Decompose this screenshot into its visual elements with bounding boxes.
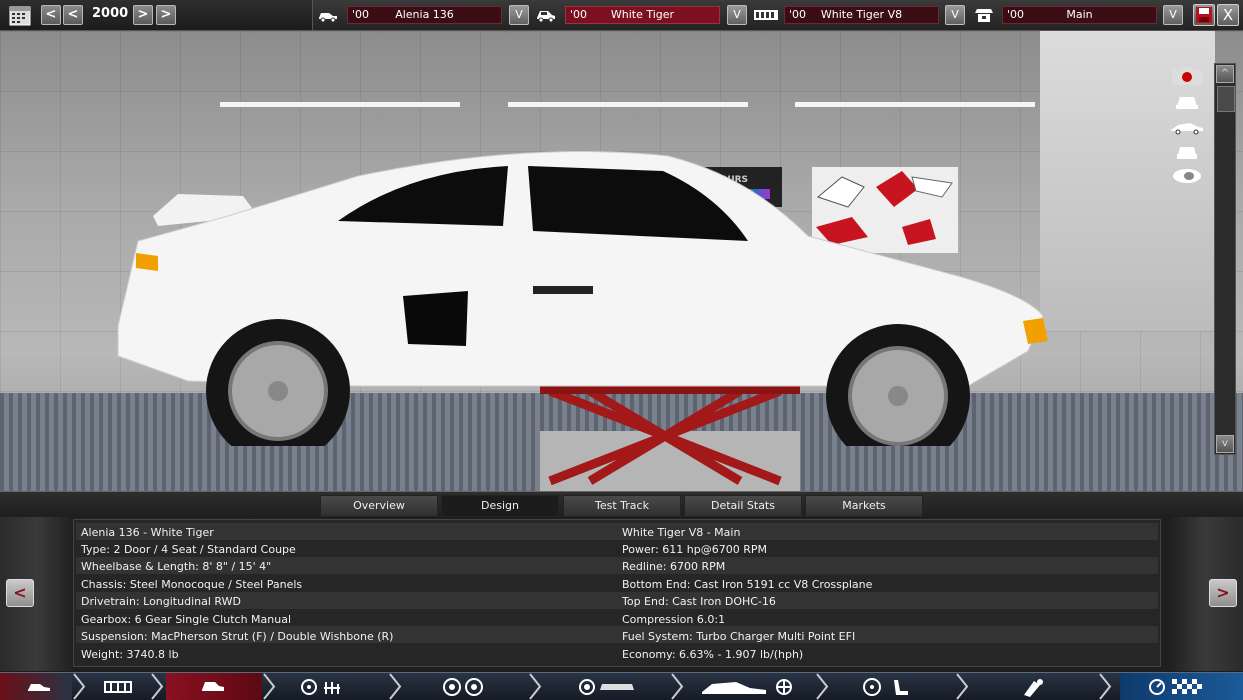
- drivetrain-line: Drivetrain: Longitudinal RWD: [81, 595, 241, 608]
- year-prev-fast-button[interactable]: <: [41, 5, 61, 25]
- interior-steering-icon: [863, 678, 908, 696]
- year-prev-button[interactable]: <: [63, 5, 83, 25]
- car-design-icon: [202, 682, 224, 691]
- year-value: 2000: [92, 6, 129, 21]
- tab-bar: Overview Design Test Track Detail Stats …: [0, 491, 1243, 518]
- chevron-right-icon: [529, 673, 542, 700]
- chassis-icon: [104, 681, 132, 693]
- car-model-icon: [319, 13, 337, 23]
- camera-icon[interactable]: [1170, 66, 1204, 86]
- brakes-icon: [579, 679, 634, 695]
- chevron-right-icon: [956, 673, 969, 700]
- tab-detail-stats[interactable]: Detail Stats: [684, 495, 802, 517]
- bottom-end-line: Bottom End: Cast Iron 5191 cc V8 Crosspl…: [622, 578, 873, 591]
- car-model-dropdown-button[interactable]: V: [509, 5, 529, 25]
- nav-wheels[interactable]: [430, 673, 520, 700]
- save-icon: [1196, 7, 1212, 23]
- tab-design[interactable]: Design: [441, 495, 559, 517]
- nav-brakes[interactable]: [570, 673, 660, 700]
- info-next-button[interactable]: >: [1209, 579, 1237, 607]
- viewport-scrollbar[interactable]: ^ v: [1214, 63, 1236, 455]
- scroll-thumb[interactable]: [1217, 86, 1235, 112]
- weight-line: Weight: 3740.8 lb: [81, 648, 179, 661]
- nav-chassis[interactable]: [86, 673, 148, 700]
- year-next-button[interactable]: >: [133, 5, 153, 25]
- chevron-right-icon: [1099, 673, 1112, 700]
- side-view-icon[interactable]: [1170, 117, 1204, 137]
- ceiling-light: [795, 102, 1035, 107]
- nav-interior-steering[interactable]: [850, 673, 940, 700]
- car-model-select[interactable]: '00 Alenia 136: [347, 6, 502, 24]
- nav-tuning[interactable]: [990, 673, 1080, 700]
- suspension-line: Suspension: MacPherson Strut (F) / Doubl…: [81, 630, 394, 643]
- nav-finish[interactable]: [1120, 673, 1243, 700]
- engine-variant-icon: [975, 9, 993, 22]
- engine-name-line: White Tiger V8 - Main: [622, 526, 741, 539]
- engine-family-icon: [754, 10, 778, 20]
- gearbox-line: Gearbox: 6 Gear Single Clutch Manual: [81, 613, 292, 626]
- finish-icon: [1149, 679, 1202, 695]
- chevron-right-icon: [671, 673, 684, 700]
- car-viewport[interactable]: COLOURS: [0, 31, 1243, 491]
- top-bar: < < 2000 > > '00 Alenia 136 V '00 White …: [0, 0, 1243, 31]
- stats-box: Alenia 136 - White Tiger Type: 2 Door / …: [73, 519, 1161, 667]
- engine-variant-name: Main: [1066, 8, 1093, 21]
- engine-variant-dropdown-button[interactable]: V: [1163, 5, 1183, 25]
- top-end-line: Top End: Cast Iron DOHC-16: [622, 595, 776, 608]
- engine-variant-select[interactable]: '00 Main: [1002, 6, 1157, 24]
- tab-markets[interactable]: Markets: [805, 495, 923, 517]
- chevron-right-icon: [263, 673, 276, 700]
- chevron-right-icon: [73, 673, 86, 700]
- scroll-up-button[interactable]: ^: [1216, 65, 1234, 83]
- wheels-icon: [443, 678, 483, 696]
- nav-car-body[interactable]: [0, 673, 72, 700]
- scroll-down-button[interactable]: v: [1216, 435, 1234, 453]
- calendar-icon[interactable]: [9, 4, 31, 26]
- economy-line: Economy: 6.63% - 1.907 lb/(hph): [622, 648, 804, 661]
- car-model: [117, 151, 1048, 446]
- car-name-line: Alenia 136 - White Tiger: [81, 526, 214, 539]
- bottom-nav: [0, 672, 1243, 700]
- car-trim-icon: [537, 11, 555, 23]
- car-body-icon: [28, 684, 50, 691]
- ceiling-light: [508, 102, 748, 107]
- nav-suspension[interactable]: [290, 673, 380, 700]
- engine-family-dropdown-button[interactable]: V: [945, 5, 965, 25]
- chassis-line: Chassis: Steel Monocoque / Steel Panels: [81, 578, 303, 591]
- tuning-icon: [1024, 679, 1043, 697]
- tab-test-track[interactable]: Test Track: [563, 495, 681, 517]
- redline-line: Redline: 6700 RPM: [622, 560, 726, 573]
- car-trim-dropdown-button[interactable]: V: [727, 5, 747, 25]
- chevron-right-icon: [389, 673, 402, 700]
- chevron-right-icon: [151, 673, 164, 700]
- front-view-icon[interactable]: [1170, 92, 1204, 112]
- car-type-line: Type: 2 Door / 4 Seat / Standard Coupe: [81, 543, 296, 556]
- nav-aero-cooling[interactable]: [690, 673, 810, 700]
- wheelbase-line: Wheelbase & Length: 8' 8" / 15' 4": [81, 560, 272, 573]
- tab-overview[interactable]: Overview: [320, 495, 438, 517]
- info-prev-button[interactable]: <: [6, 579, 34, 607]
- suspension-icon: [301, 679, 340, 695]
- car-trim-name: White Tiger: [610, 8, 675, 21]
- nav-car-design[interactable]: [166, 673, 262, 700]
- year-next-fast-button[interactable]: >: [156, 5, 176, 25]
- top-view-icon[interactable]: [1170, 166, 1204, 186]
- engine-family-select[interactable]: '00 White Tiger V8: [784, 6, 939, 24]
- car-model-name: Alenia 136: [395, 8, 454, 21]
- ceiling-light: [220, 102, 460, 107]
- aero-cooling-icon: [702, 679, 792, 695]
- year-selector: < < 2000 > >: [0, 0, 313, 30]
- engine-family-name: White Tiger V8: [820, 8, 903, 21]
- chevron-right-icon: [816, 673, 829, 700]
- info-panel: < Alenia 136 - White Tiger Type: 2 Door …: [0, 517, 1243, 671]
- save-button[interactable]: [1193, 4, 1215, 26]
- close-button[interactable]: X: [1217, 4, 1239, 26]
- power-line: Power: 611 hp@6700 RPM: [622, 543, 767, 556]
- compression-line: Compression 6.0:1: [622, 613, 726, 626]
- fuel-system-line: Fuel System: Turbo Charger Multi Point E…: [622, 630, 856, 643]
- car-trim-select[interactable]: '00 White Tiger: [565, 6, 720, 24]
- rear-view-icon[interactable]: [1170, 142, 1204, 162]
